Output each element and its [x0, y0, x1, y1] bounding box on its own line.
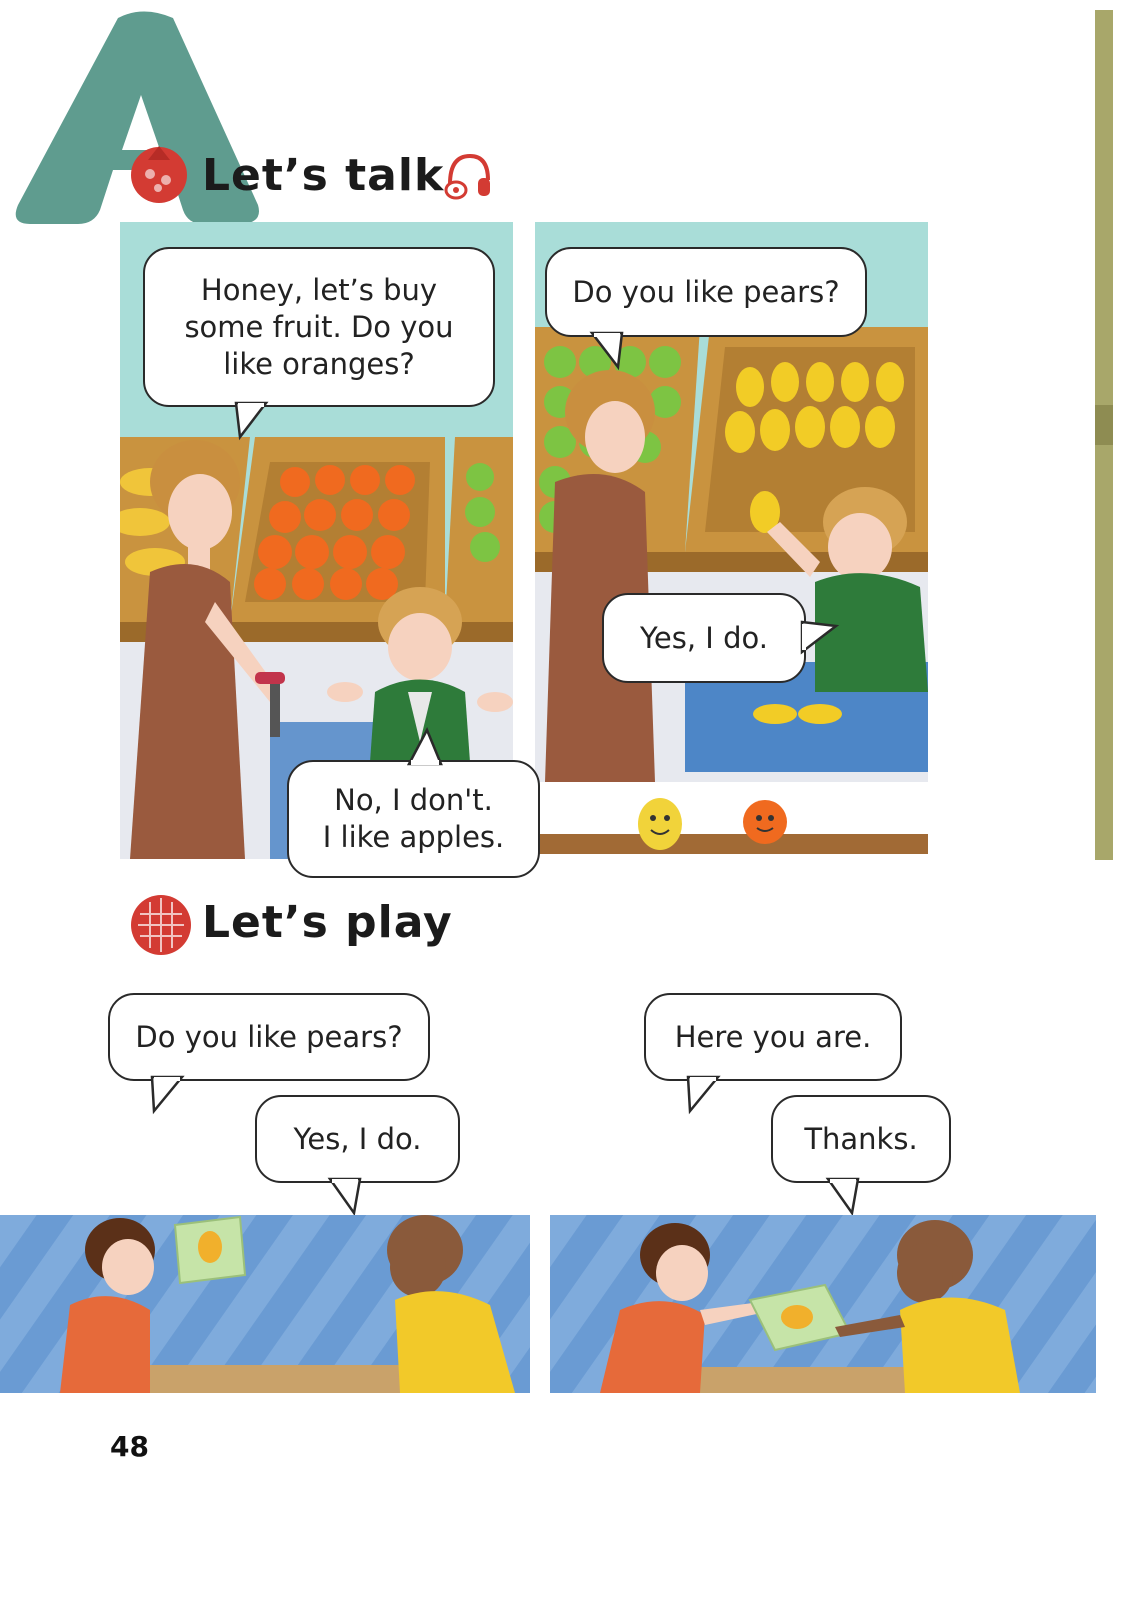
- talk-heading: Let’s talk: [202, 150, 445, 201]
- play-speech-bubble-2: Yes, I do.: [255, 1095, 460, 1183]
- talk-speech-bubble-1: Honey, let’s buy some fruit. Do you like…: [143, 247, 495, 407]
- talk-speech-bubble-3: Do you like pears?: [545, 247, 867, 337]
- talk-bubble-3-tail: [589, 331, 624, 371]
- section-letter-text: A: [8, 0, 9, 1]
- talk-speech-bubble-2: No, I don't. I like apples.: [287, 760, 540, 878]
- talk-speech-bubble-4: Yes, I do.: [602, 593, 806, 683]
- play-panel-2: [550, 1215, 1096, 1393]
- talk-bubble-1-tail: [234, 401, 269, 441]
- play-bubble-3-tail: [686, 1075, 721, 1115]
- play-speech-bubble-4: Thanks.: [771, 1095, 951, 1183]
- page-edge-bar: [1095, 10, 1113, 860]
- headphones-icon[interactable]: [442, 150, 494, 204]
- shelf-fruit-strip: [535, 782, 928, 860]
- waffle-icon: [131, 895, 191, 955]
- play-heading: Let’s play: [202, 897, 453, 948]
- play-bubble-2-tail: [327, 1177, 362, 1217]
- talk-bubble-2-tail: [406, 727, 443, 766]
- pomegranate-icon: [131, 146, 187, 203]
- play-bubble-4-tail: [825, 1177, 860, 1217]
- smiling-orange-icon: [743, 800, 787, 844]
- play-speech-bubble-1: Do you like pears?: [108, 993, 430, 1081]
- play-panel-1: [0, 1215, 530, 1393]
- page-number: 48: [110, 1430, 149, 1463]
- play-bubble-1-tail: [150, 1075, 185, 1115]
- play-speech-bubble-3: Here you are.: [644, 993, 902, 1081]
- talk-bubble-4-tail: [800, 620, 840, 655]
- smiling-pear-icon: [638, 798, 682, 850]
